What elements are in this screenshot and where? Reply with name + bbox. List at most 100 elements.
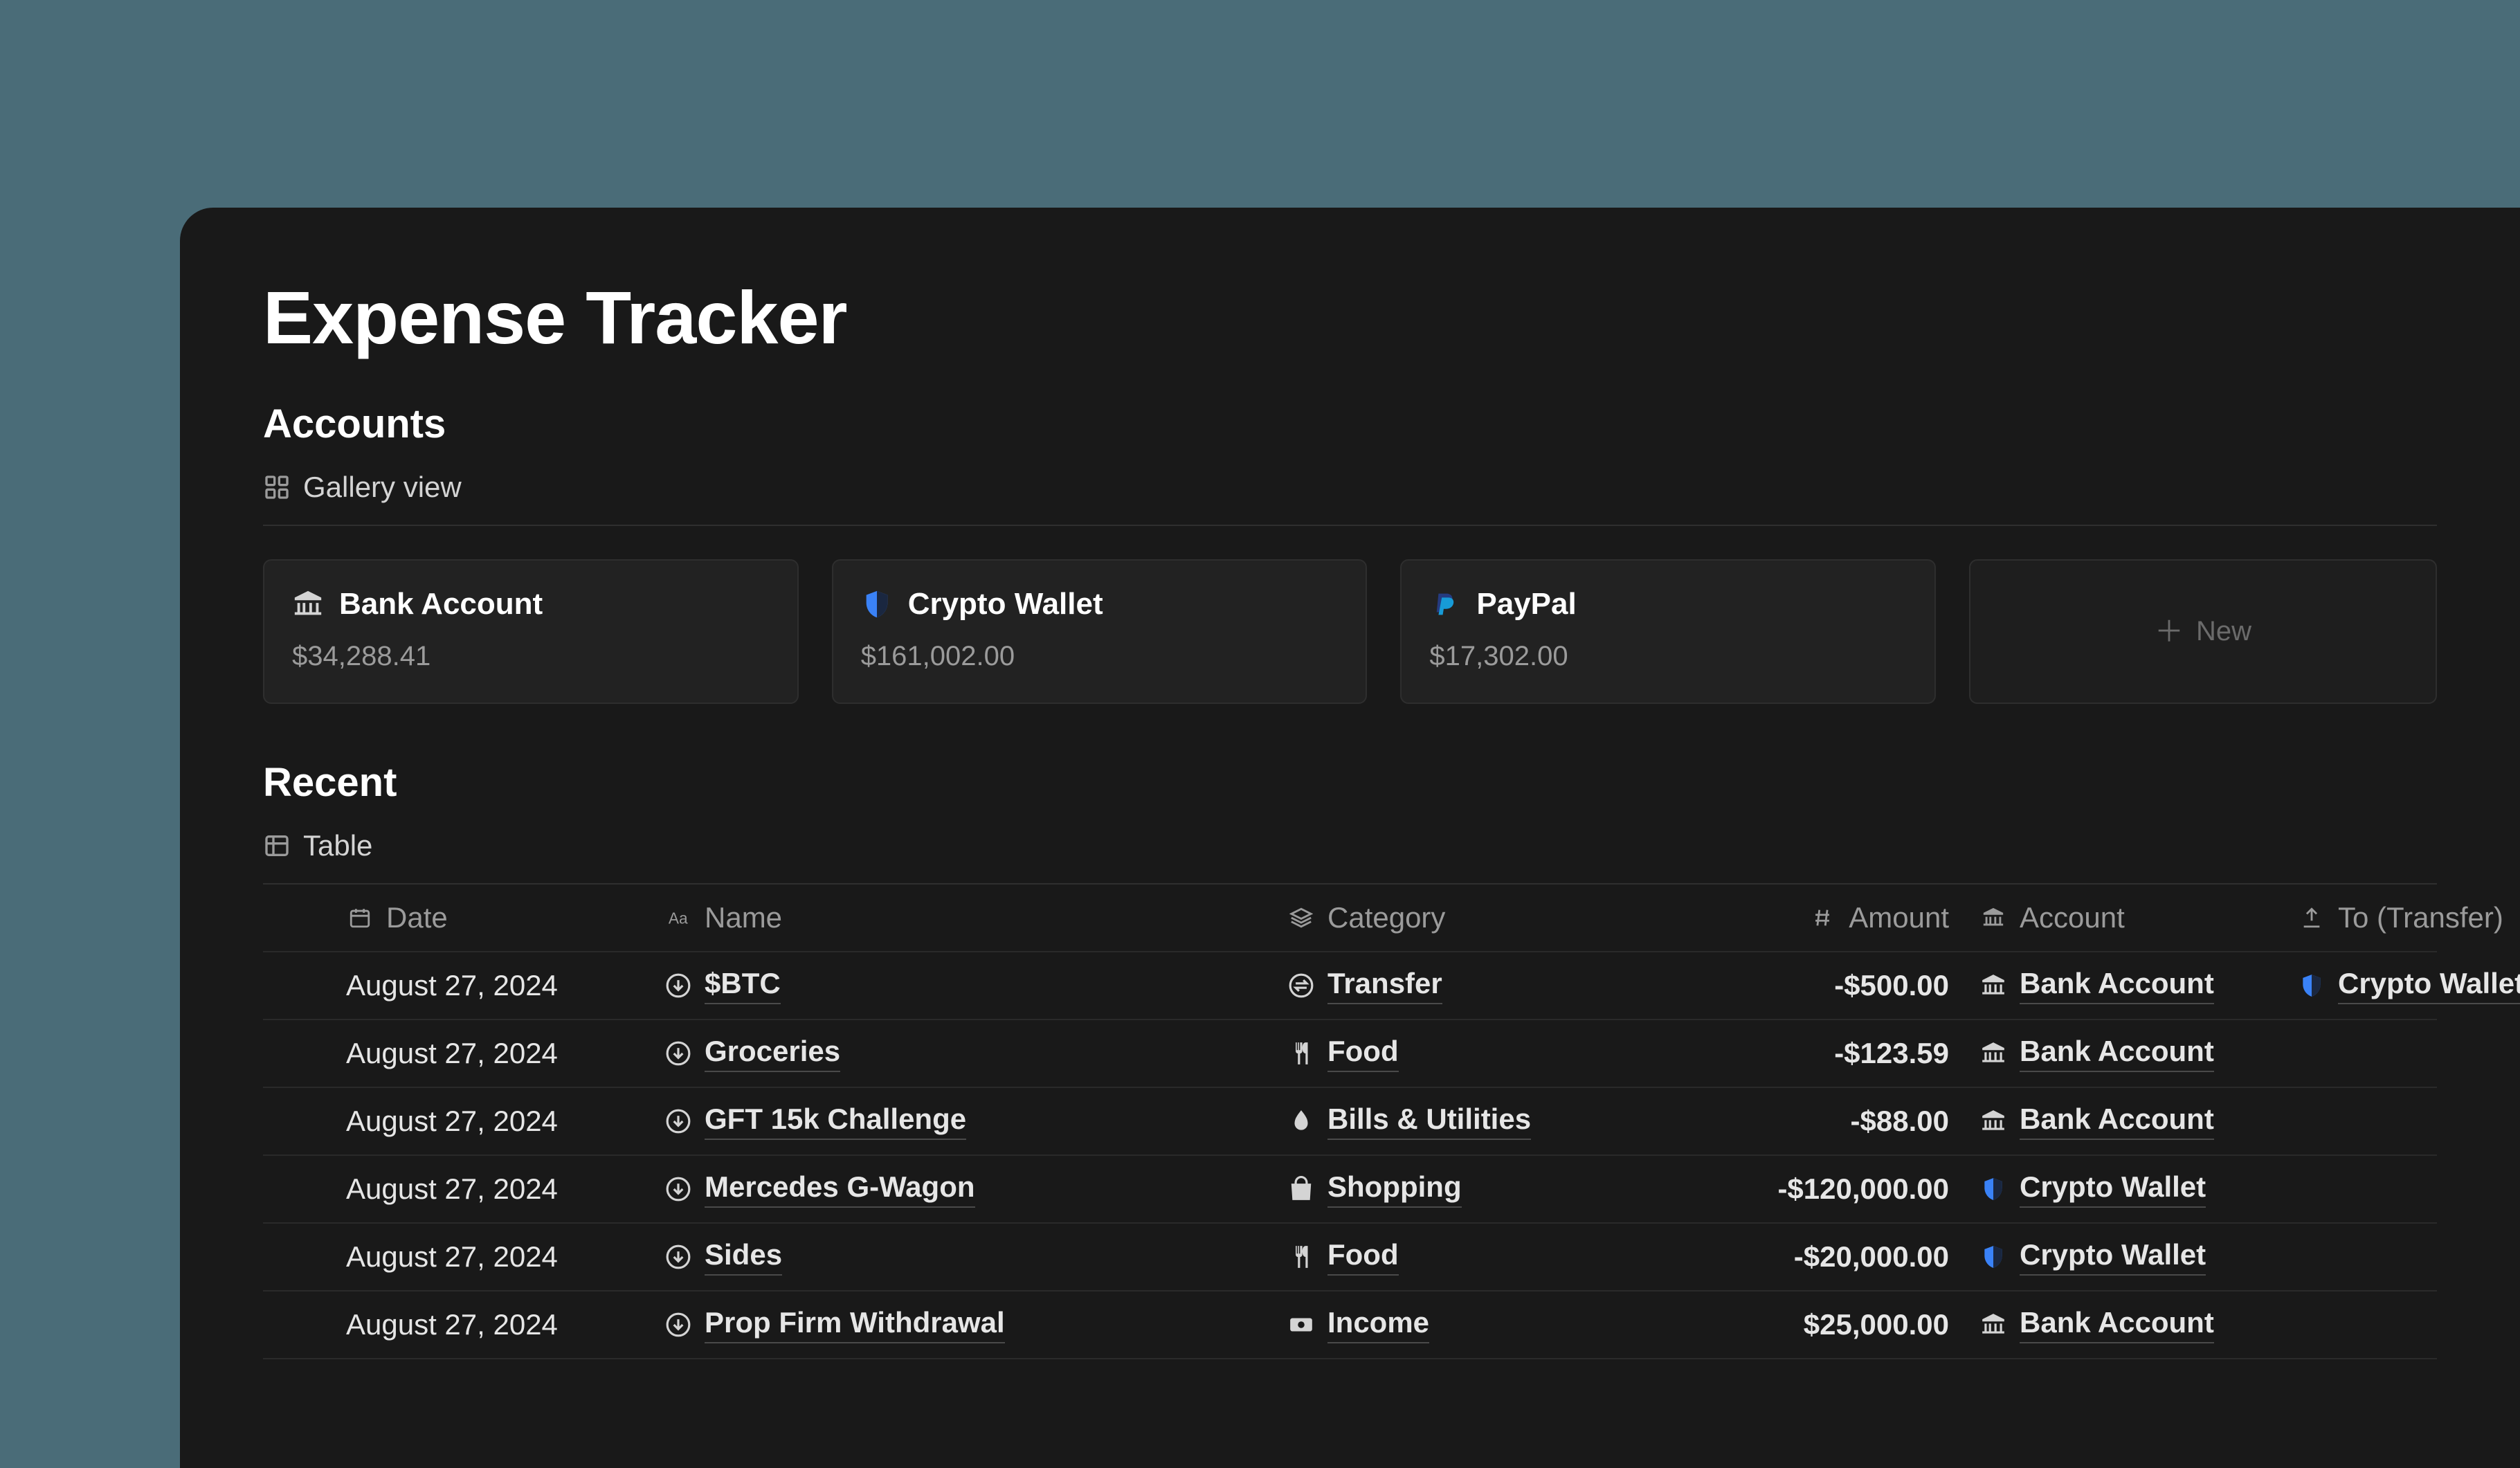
new-account-button[interactable]: ＋ New [1969, 559, 2437, 704]
cell-name[interactable]: Mercedes G-Wagon [664, 1170, 1273, 1208]
shopping-icon [1287, 1175, 1315, 1203]
table-row[interactable]: August 27, 2024 Sides Food -$20,000.00 Crypt… [263, 1224, 2437, 1292]
cell-date: August 27, 2024 [346, 969, 651, 1002]
cell-date: August 27, 2024 [346, 1240, 651, 1274]
cell-category[interactable]: Shopping [1287, 1170, 1675, 1208]
cell-account[interactable]: Bank Account [1979, 1103, 2284, 1140]
cell-account[interactable]: Bank Account [1979, 1035, 2284, 1072]
cell-amount: $25,000.00 [1689, 1308, 1966, 1341]
cell-amount: -$120,000.00 [1689, 1172, 1966, 1206]
table-row[interactable]: August 27, 2024 GFT 15k Challenge Bills & … [263, 1088, 2437, 1156]
bank-icon [292, 588, 324, 620]
account-card-paypal[interactable]: PayPal $17,302.00 [1400, 559, 1936, 704]
cell-name[interactable]: $BTC [664, 967, 1273, 1004]
shield-icon [1979, 1175, 2007, 1203]
cell-category[interactable]: Food [1287, 1238, 1675, 1276]
cell-amount: -$500.00 [1689, 969, 1966, 1002]
download-arrow-icon [664, 1040, 692, 1067]
paypal-icon [1429, 588, 1461, 620]
upload-icon [2298, 904, 2326, 932]
cell-category[interactable]: Bills & Utilities [1287, 1103, 1675, 1140]
account-card-bank[interactable]: Bank Account $34,288.41 [263, 559, 799, 704]
transactions-table-header: Date Aa Name Category Amount Account [263, 885, 2437, 952]
account-balance: $17,302.00 [1429, 641, 1907, 672]
cell-name[interactable]: Groceries [664, 1035, 1273, 1072]
col-transfer-label: To (Transfer) [2338, 901, 2503, 934]
download-arrow-icon [664, 1175, 692, 1203]
plus-icon: ＋ [2155, 617, 2184, 646]
cell-account[interactable]: Crypto Wallet [1979, 1170, 2284, 1208]
cell-to-transfer[interactable]: Crypto Wallet [2298, 967, 2520, 1004]
table-row[interactable]: August 27, 2024 Groceries Food -$123.59 Bank… [263, 1020, 2437, 1088]
layers-icon [1287, 904, 1315, 932]
col-account[interactable]: Account [1979, 901, 2284, 934]
bills-icon [1287, 1107, 1315, 1135]
cell-category[interactable]: Food [1287, 1035, 1675, 1072]
account-name: PayPal [1476, 587, 1576, 622]
page-title: Expense Tracker [263, 274, 2437, 361]
col-name-label: Name [705, 901, 782, 934]
bank-icon [1979, 972, 2007, 999]
cell-category[interactable]: Transfer [1287, 967, 1675, 1004]
account-name: Bank Account [339, 587, 543, 622]
recent-view-switcher[interactable]: Table [263, 829, 2437, 885]
col-date[interactable]: Date [346, 901, 651, 934]
recent-heading: Recent [263, 759, 2437, 806]
transfer-icon [1287, 972, 1315, 999]
table-row[interactable]: August 27, 2024 $BTC Transfer -$500.00 Bank … [263, 952, 2437, 1020]
cell-amount: -$123.59 [1689, 1037, 1966, 1070]
cell-category[interactable]: Income [1287, 1306, 1675, 1343]
transactions-table-body: August 27, 2024 $BTC Transfer -$500.00 Bank … [263, 952, 2437, 1359]
food-icon [1287, 1243, 1315, 1271]
cell-account[interactable]: Bank Account [1979, 1306, 2284, 1343]
cell-name[interactable]: GFT 15k Challenge [664, 1103, 1273, 1140]
income-icon [1287, 1311, 1315, 1339]
table-row[interactable]: August 27, 2024 Prop Firm Withdrawal Incom… [263, 1292, 2437, 1359]
accounts-view-switcher[interactable]: Gallery view [263, 471, 2437, 526]
col-category-label: Category [1327, 901, 1445, 934]
cell-name[interactable]: Prop Firm Withdrawal [664, 1306, 1273, 1343]
cell-name[interactable]: Sides [664, 1238, 1273, 1276]
col-amount[interactable]: Amount [1689, 901, 1966, 934]
col-date-label: Date [386, 901, 448, 934]
new-account-label: New [2196, 616, 2251, 647]
bank-icon [1979, 904, 2007, 932]
accounts-gallery: Bank Account $34,288.41 Crypto Wallet $1… [263, 559, 2437, 704]
bank-icon [1979, 1107, 2007, 1135]
cell-date: August 27, 2024 [346, 1037, 651, 1070]
cell-account[interactable]: Crypto Wallet [1979, 1238, 2284, 1276]
col-to-transfer[interactable]: To (Transfer) [2298, 901, 2520, 934]
cell-date: August 27, 2024 [346, 1308, 651, 1341]
expense-tracker-app: Expense Tracker Accounts Gallery view Ba… [180, 208, 2520, 1468]
bank-icon [1979, 1311, 2007, 1339]
shield-icon [1979, 1243, 2007, 1271]
account-balance: $161,002.00 [861, 641, 1339, 672]
download-arrow-icon [664, 972, 692, 999]
cell-date: August 27, 2024 [346, 1172, 651, 1206]
download-arrow-icon [664, 1311, 692, 1339]
download-arrow-icon [664, 1243, 692, 1271]
recent-view-label: Table [303, 829, 372, 862]
table-row[interactable]: August 27, 2024 Mercedes G-Wagon Shopping-… [263, 1156, 2437, 1224]
cell-amount: -$20,000.00 [1689, 1240, 1966, 1274]
download-arrow-icon [664, 1107, 692, 1135]
hash-icon [1809, 904, 1836, 932]
cell-date: August 27, 2024 [346, 1105, 651, 1138]
food-icon [1287, 1040, 1315, 1067]
account-balance: $34,288.41 [292, 641, 770, 672]
col-category[interactable]: Category [1287, 901, 1675, 934]
shield-icon [861, 588, 893, 620]
account-name: Crypto Wallet [908, 587, 1103, 622]
account-card-crypto[interactable]: Crypto Wallet $161,002.00 [832, 559, 1368, 704]
accounts-view-label: Gallery view [303, 471, 462, 504]
col-amount-label: Amount [1849, 901, 1949, 934]
col-name[interactable]: Aa Name [664, 901, 1273, 934]
cell-account[interactable]: Bank Account [1979, 967, 2284, 1004]
text-icon: Aa [664, 904, 692, 932]
gallery-view-icon [263, 473, 291, 501]
col-account-label: Account [2020, 901, 2125, 934]
calendar-icon [346, 904, 374, 932]
shield-icon [2298, 972, 2326, 999]
accounts-heading: Accounts [263, 401, 2437, 447]
bank-icon [1979, 1040, 2007, 1067]
